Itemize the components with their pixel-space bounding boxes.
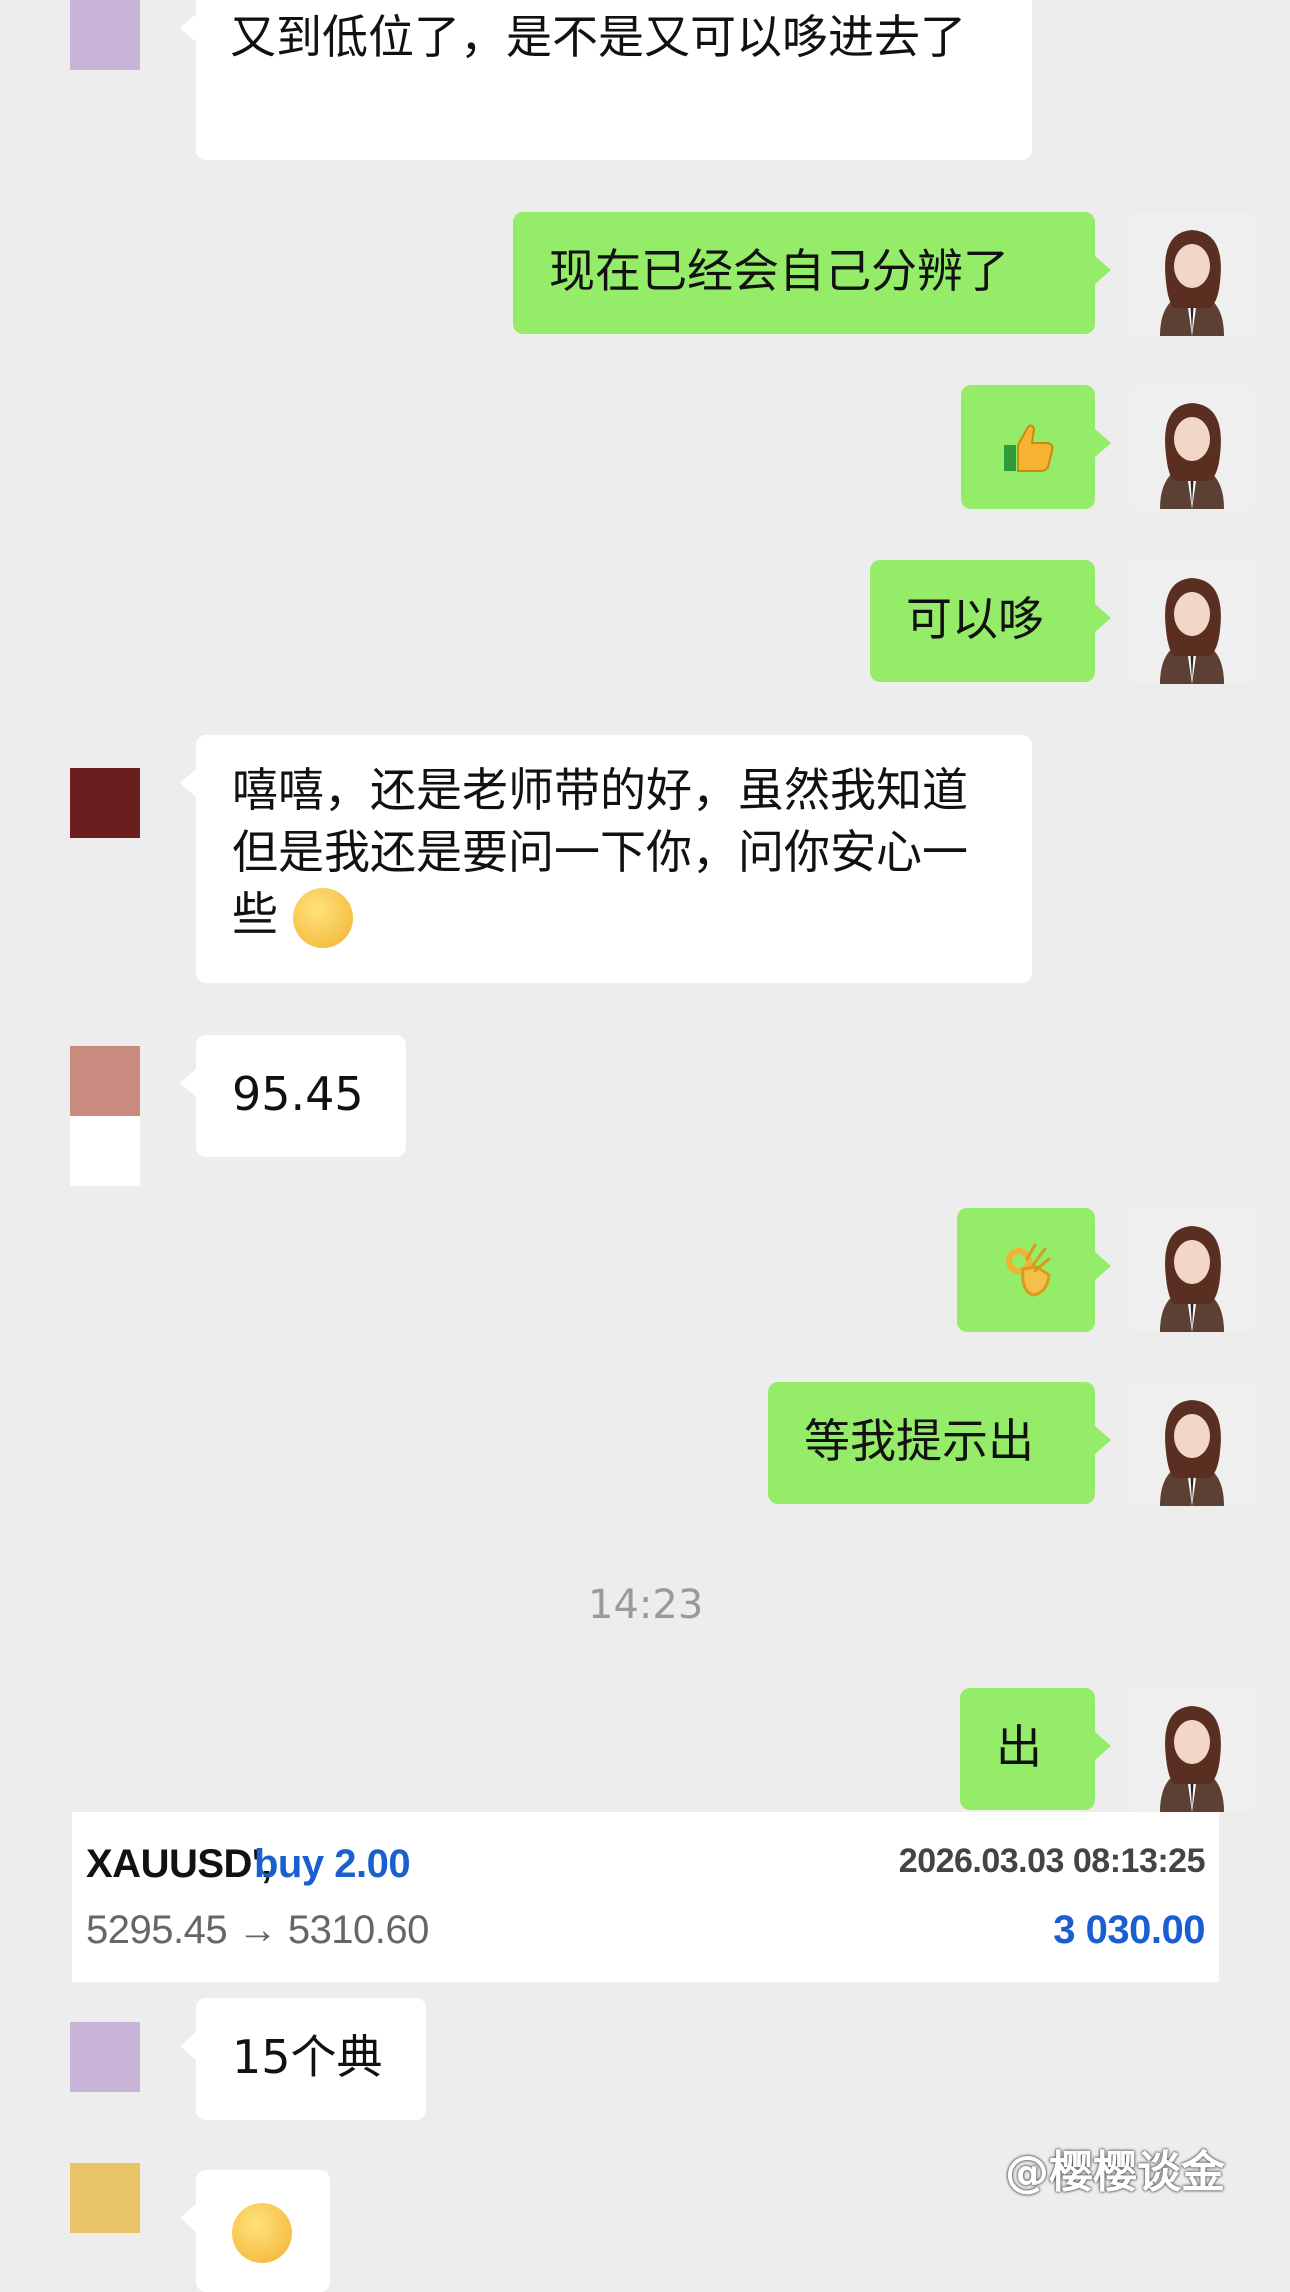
trade-record-card[interactable]: XAUUSD', buy 2.00 2026.03.03 08:13:25 52… (72, 1812, 1219, 1982)
user-avatar-icon (1130, 560, 1254, 684)
contact-avatar[interactable] (70, 1046, 140, 1186)
user-avatar[interactable] (1130, 1688, 1254, 1812)
user-avatar-icon (1130, 212, 1254, 336)
user-avatar-icon (1130, 1688, 1254, 1812)
message-text: 又到低位了，是不是又可以哆进去了 (230, 10, 966, 64)
message-text: 等我提示出 (804, 1414, 1034, 1468)
face-emoji-icon (292, 887, 353, 948)
trade-symbol: XAUUSD', (86, 1842, 272, 1886)
trade-action: buy 2.00 (254, 1842, 411, 1886)
user-avatar[interactable] (1130, 1208, 1254, 1332)
contact-avatar[interactable] (70, 768, 140, 838)
message-bubble[interactable]: 可以哆 (870, 560, 1111, 682)
trade-prices: 5295.45 → 5310.60 (86, 1908, 429, 1952)
user-avatar-icon (1130, 1208, 1254, 1332)
user-avatar[interactable] (1130, 560, 1254, 684)
contact-avatar[interactable] (70, 2163, 140, 2233)
user-avatar-icon (1130, 385, 1254, 509)
user-avatar-icon (1130, 1382, 1254, 1506)
user-avatar[interactable] (1130, 1382, 1254, 1506)
message-bubble[interactable] (957, 1208, 1111, 1332)
watermark-text: @樱樱谈金 (1005, 2147, 1225, 2198)
message-bubble[interactable]: 嘻嘻，还是老师带的好，虽然我知道但是我还是要问一下你，问你安心一些 (180, 735, 1032, 983)
message-bubble[interactable]: 等我提示出 (768, 1382, 1111, 1504)
message-text: 可以哆 (906, 592, 1044, 646)
message-bubble[interactable]: 95.45 (180, 1035, 406, 1157)
chat-timestamp: 14:23 (588, 1582, 704, 1628)
user-avatar[interactable] (1130, 385, 1254, 509)
message-bubble[interactable]: 又到低位了，是不是又可以哆进去了 (180, 0, 1032, 160)
message-text: 出 (996, 1720, 1042, 1774)
watermark: @樱樱谈金 (1005, 2136, 1225, 2200)
message-text: 15个典 (232, 2030, 383, 2084)
message-bubble[interactable] (180, 2170, 330, 2292)
trade-profit: 3 030.00 (1053, 1908, 1205, 1952)
message-bubble[interactable]: 现在已经会自己分辨了 (513, 212, 1111, 334)
trade-datetime: 2026.03.03 08:13:25 (898, 1842, 1206, 1880)
message-bubble[interactable]: 15个典 (180, 1998, 426, 2120)
message-bubble[interactable]: 出 (960, 1688, 1111, 1810)
thumbs-up-icon (1004, 424, 1054, 472)
contact-avatar[interactable] (70, 0, 140, 70)
ok-hand-icon (1006, 1243, 1051, 1297)
user-avatar[interactable] (1130, 212, 1254, 336)
message-bubble[interactable] (961, 385, 1111, 509)
message-text: 95.45 (232, 1067, 364, 1121)
message-text: 现在已经会自己分辨了 (549, 244, 1009, 298)
contact-avatar[interactable] (70, 2022, 140, 2092)
